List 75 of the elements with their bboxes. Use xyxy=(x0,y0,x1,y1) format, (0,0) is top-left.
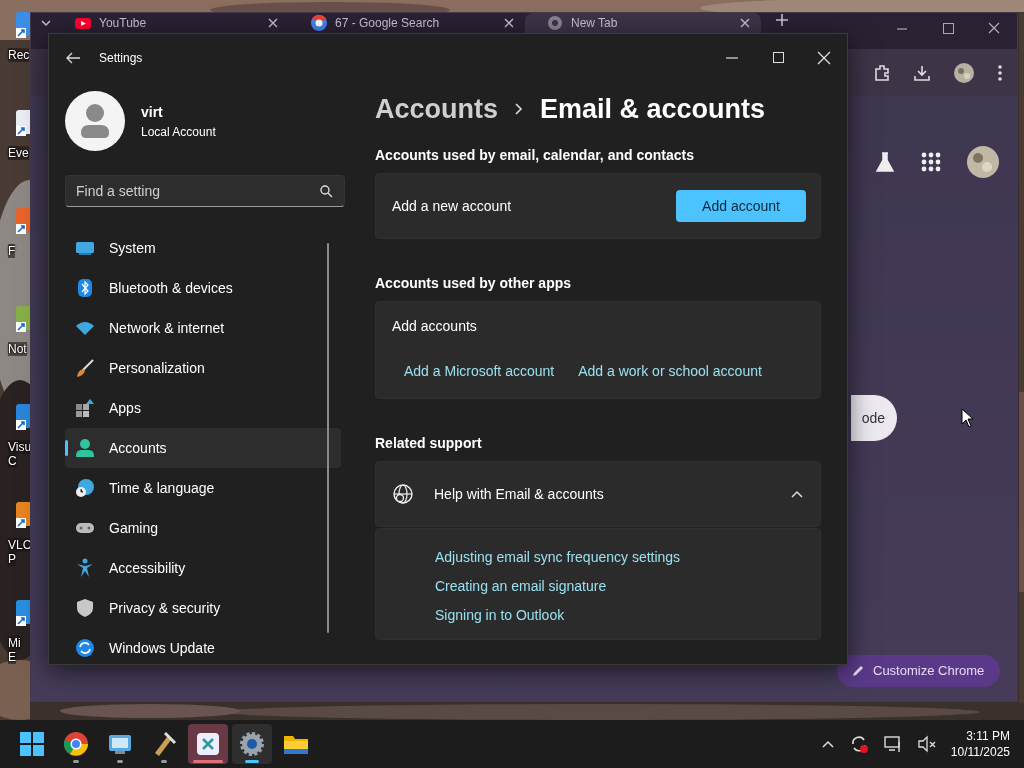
setting-label: Add accounts xyxy=(392,317,478,336)
customize-button[interactable]: Customize Chrome xyxy=(837,655,1001,687)
maximize-icon xyxy=(770,51,786,65)
back-arrow-icon xyxy=(65,51,81,65)
page-title: Email & accounts xyxy=(540,92,766,126)
update-icon xyxy=(75,638,95,658)
person-icon xyxy=(75,438,95,458)
new-tab-icon[interactable] xyxy=(775,13,789,27)
setting-label: Add a new account xyxy=(392,196,512,216)
nav-item[interactable]: Accessibility xyxy=(65,548,341,588)
browser-tab[interactable]: New Tab xyxy=(525,13,761,33)
user-name: virt xyxy=(141,102,164,122)
taskbar-button[interactable] xyxy=(188,724,228,764)
close-icon xyxy=(986,22,1002,36)
close-icon[interactable] xyxy=(503,17,515,29)
chevron-up-icon xyxy=(790,489,804,499)
nav-item[interactable]: Personalization xyxy=(65,348,341,388)
close-icon xyxy=(816,51,832,65)
nav-item[interactable]: Accounts xyxy=(65,428,341,468)
section-heading: Related support xyxy=(375,434,483,453)
shield-icon xyxy=(75,598,95,618)
pill-button[interactable]: ode xyxy=(851,395,897,441)
nav-item[interactable]: Apps xyxy=(65,388,341,428)
breadcrumb-link[interactable]: Accounts xyxy=(375,88,499,130)
tab-favicon-icon xyxy=(547,15,563,31)
link[interactable]: Creating an email signature xyxy=(435,576,607,596)
link[interactable]: Signing in to Outlook xyxy=(435,605,565,625)
network-icon[interactable] xyxy=(882,734,903,754)
clock[interactable]: 3:11 PM 10/11/2025 xyxy=(950,728,1010,760)
gear-icon xyxy=(237,729,267,759)
browser-tab[interactable]: 67 - Google Search xyxy=(289,13,525,33)
profile-avatar[interactable] xyxy=(967,146,999,178)
apps-grid-icon[interactable] xyxy=(921,152,941,172)
search-icon xyxy=(319,184,333,198)
taskbar-button[interactable] xyxy=(232,724,272,764)
chevron-right-icon xyxy=(514,102,525,116)
window-title: Settings xyxy=(99,50,143,67)
apps-icon xyxy=(75,398,95,418)
section-heading: Accounts used by other apps xyxy=(375,274,573,293)
nav-item[interactable]: Privacy & security xyxy=(65,588,341,628)
maximize-icon xyxy=(940,22,956,36)
link[interactable]: Add a work or school account xyxy=(578,361,762,382)
nav-item[interactable]: Windows Update xyxy=(65,628,341,664)
close-icon[interactable] xyxy=(267,17,279,29)
more-menu-icon[interactable] xyxy=(997,63,1003,82)
section-heading: Accounts used by email, calendar, and contacts xyxy=(375,146,695,165)
link[interactable]: Adjusting email sync frequency settings xyxy=(435,547,681,567)
close-icon[interactable] xyxy=(739,17,751,29)
download-icon[interactable] xyxy=(913,63,931,82)
link[interactable]: Add a Microsoft account xyxy=(404,361,555,382)
browser-icon xyxy=(61,729,91,759)
brush-icon xyxy=(75,358,95,378)
tab-favicon-icon xyxy=(311,15,327,31)
cursor-icon xyxy=(961,408,975,428)
tab-favicon-icon xyxy=(75,15,91,31)
add-account-button[interactable]: Add account xyxy=(676,190,806,222)
person-icon xyxy=(80,103,110,139)
browser-tab[interactable]: YouTube xyxy=(53,13,289,33)
globe-search-icon xyxy=(392,483,414,505)
pencil-icon xyxy=(851,664,865,678)
bluetooth-icon xyxy=(75,278,95,298)
puzzle-icon[interactable] xyxy=(873,63,891,82)
expander-header[interactable]: Help with Email & accounts xyxy=(375,461,821,527)
accessibility-icon xyxy=(75,558,95,578)
nav-item[interactable]: System xyxy=(65,228,341,268)
scrollbar[interactable] xyxy=(327,243,329,633)
nav-item[interactable]: Network & internet xyxy=(65,308,341,348)
chevron-up-icon[interactable] xyxy=(820,739,835,749)
account-type: Local Account xyxy=(141,123,216,141)
search-field[interactable]: Find a setting xyxy=(65,175,345,207)
flask-icon[interactable] xyxy=(875,151,895,173)
speaker-muted-icon[interactable] xyxy=(916,734,937,754)
profile-avatar[interactable] xyxy=(953,61,975,84)
globe-clock-icon xyxy=(75,478,95,498)
start-icon xyxy=(17,729,47,759)
